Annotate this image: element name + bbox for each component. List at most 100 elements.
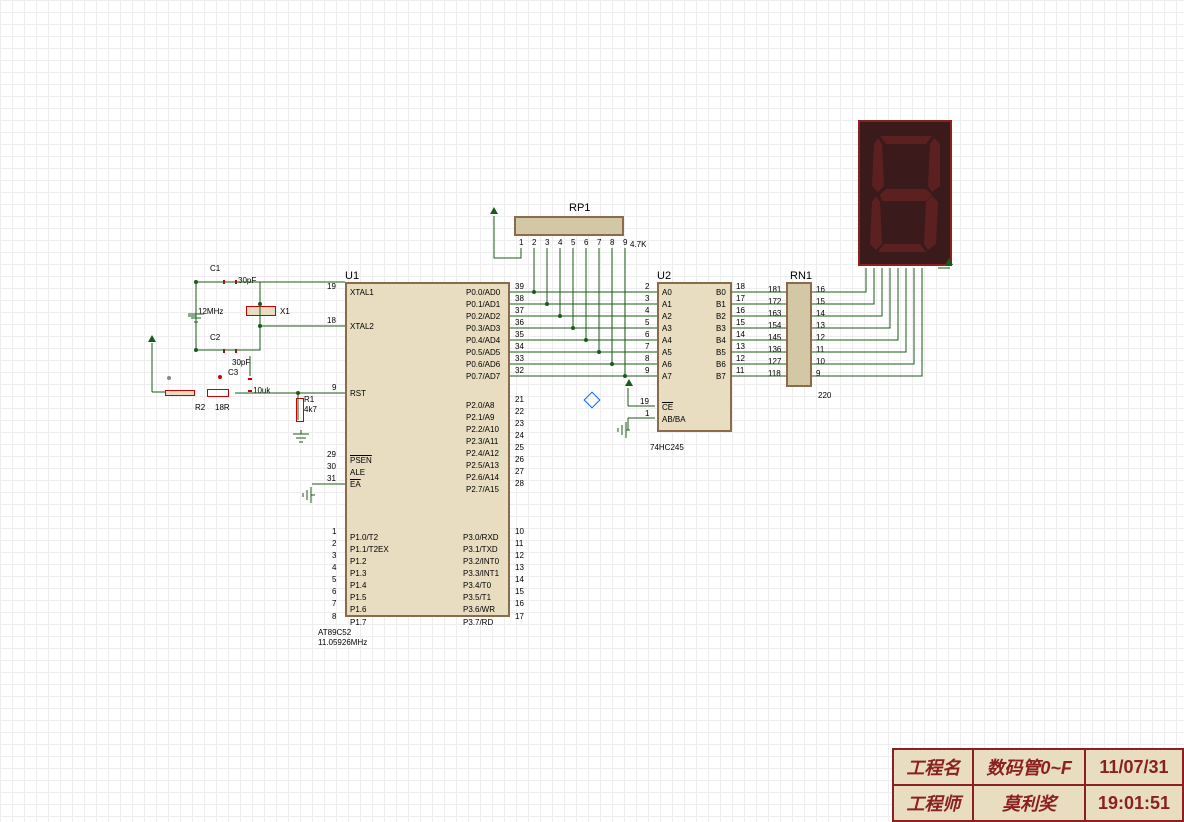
vcc-2 (490, 207, 498, 214)
vcc-1 (148, 335, 156, 342)
u2-b4: B4 (716, 336, 726, 345)
gnd-1 (188, 310, 204, 324)
rp1-p8: 8 (610, 238, 614, 247)
rp1-val: 4.7K (630, 240, 646, 249)
u1-p36: P3.6/WR (463, 605, 495, 614)
u1-p12: P1.2 (350, 557, 366, 566)
u2-ref: U2 (657, 270, 671, 282)
u2-b2n: 16 (736, 306, 745, 315)
rn1-l0: 181 (768, 285, 781, 294)
proj-name: 数码管0~F (973, 749, 1085, 785)
rn1-l5: 136 (768, 345, 781, 354)
rn1-l1: 172 (768, 297, 781, 306)
u1-p04: P0.4/AD4 (466, 336, 500, 345)
u1-p06n: 33 (515, 354, 524, 363)
r1-val: 4k7 (304, 405, 317, 414)
proj-label: 工程名 (893, 749, 973, 785)
x1[interactable] (246, 306, 276, 316)
rp1[interactable] (514, 216, 624, 236)
u1-p33: P3.3/INT1 (463, 569, 499, 578)
u1-p00: P0.0/AD0 (466, 288, 500, 297)
canvas-grid[interactable] (0, 0, 1184, 822)
u1-ale: ALE (350, 468, 365, 477)
rn1-r0: 16 (816, 285, 825, 294)
u2-b0: B0 (716, 288, 726, 297)
c3[interactable] (248, 378, 252, 392)
u2-a2n: 4 (645, 306, 649, 315)
u2-a4: A4 (662, 336, 672, 345)
u1-p02n: 37 (515, 306, 524, 315)
u1-psen: PSEN (350, 456, 372, 465)
u1-p05n: 34 (515, 342, 524, 351)
u1-p25: P2.5/A13 (466, 461, 499, 470)
u1-p24: P2.4/A12 (466, 449, 499, 458)
u2-b3: B3 (716, 324, 726, 333)
rp1-p1: 1 (519, 238, 523, 247)
u1-p01n: 38 (515, 294, 524, 303)
u1-pin29: 29 (327, 450, 336, 459)
u1-p15n: 6 (332, 587, 336, 596)
u1-xtal2: XTAL2 (350, 322, 374, 331)
u1-p37: P3.7/RD (463, 618, 493, 627)
u1-xtal1: XTAL1 (350, 288, 374, 297)
u1-p16: P1.6 (350, 605, 366, 614)
u1-freq: 11.05926MHz (318, 638, 367, 647)
c3-ref: C3 (228, 368, 238, 377)
rn1-l6: 127 (768, 357, 781, 366)
u1-p04n: 35 (515, 330, 524, 339)
u2-a0n: 2 (645, 282, 649, 291)
rn1-r1: 15 (816, 297, 825, 306)
r1[interactable] (296, 398, 304, 422)
u1-rst: RST (350, 389, 366, 398)
u2-b1n: 17 (736, 294, 745, 303)
u2-ce: CE (662, 403, 673, 412)
u1-p20: P2.0/A8 (466, 401, 494, 410)
u1-pin18: 18 (327, 316, 336, 325)
x1-ref: X1 (280, 307, 290, 316)
c2-val: 30pF (232, 358, 250, 367)
u2-a3n: 5 (645, 318, 649, 327)
u1-p03n: 36 (515, 318, 524, 327)
eng-label: 工程师 (893, 785, 973, 821)
vcc-4 (945, 258, 953, 265)
u1-p15: P1.5 (350, 593, 366, 602)
c2[interactable] (223, 349, 237, 353)
rp1-p4: 4 (558, 238, 562, 247)
r1-ref: R1 (304, 395, 314, 404)
u1-p10: P1.0/T2 (350, 533, 378, 542)
gnd-4 (616, 422, 630, 438)
u1-pin19: 19 (327, 282, 336, 291)
switch[interactable] (165, 390, 195, 396)
u2-b4n: 14 (736, 330, 745, 339)
u1-p11: P1.1/T2EX (350, 545, 389, 554)
u1-p36n: 16 (515, 599, 524, 608)
u2-b1: B1 (716, 300, 726, 309)
u1-ref: U1 (345, 270, 359, 282)
r2[interactable] (207, 389, 229, 397)
c3-val: 10uk (253, 386, 270, 395)
u1-p27n: 28 (515, 479, 524, 488)
seven-seg-display[interactable] (858, 120, 952, 266)
rn1-r3: 13 (816, 321, 825, 330)
eng-name: 莫利奖 (973, 785, 1085, 821)
u1-p16n: 7 (332, 599, 336, 608)
rn1-l7: 118 (768, 369, 781, 378)
time: 19:01:51 (1085, 785, 1183, 821)
r2-ref: R2 (195, 403, 205, 412)
u1-p26: P2.6/A14 (466, 473, 499, 482)
rn1[interactable] (786, 282, 812, 387)
u2-a1n: 3 (645, 294, 649, 303)
u2-a4n: 6 (645, 330, 649, 339)
probe-gray (167, 376, 171, 380)
rp1-ref: RP1 (569, 202, 590, 214)
u1-p11n: 2 (332, 539, 336, 548)
c1[interactable] (223, 280, 237, 284)
rn1-l2: 163 (768, 309, 781, 318)
u1-p33n: 13 (515, 563, 524, 572)
rn1-val: 220 (818, 391, 831, 400)
u2-ab: AB/BA (662, 415, 686, 424)
title-block: 工程名 数码管0~F 11/07/31 工程师 莫利奖 19:01:51 (892, 748, 1184, 822)
rp1-p7: 7 (597, 238, 601, 247)
u1-p24n: 25 (515, 443, 524, 452)
vcc-3 (625, 379, 633, 386)
